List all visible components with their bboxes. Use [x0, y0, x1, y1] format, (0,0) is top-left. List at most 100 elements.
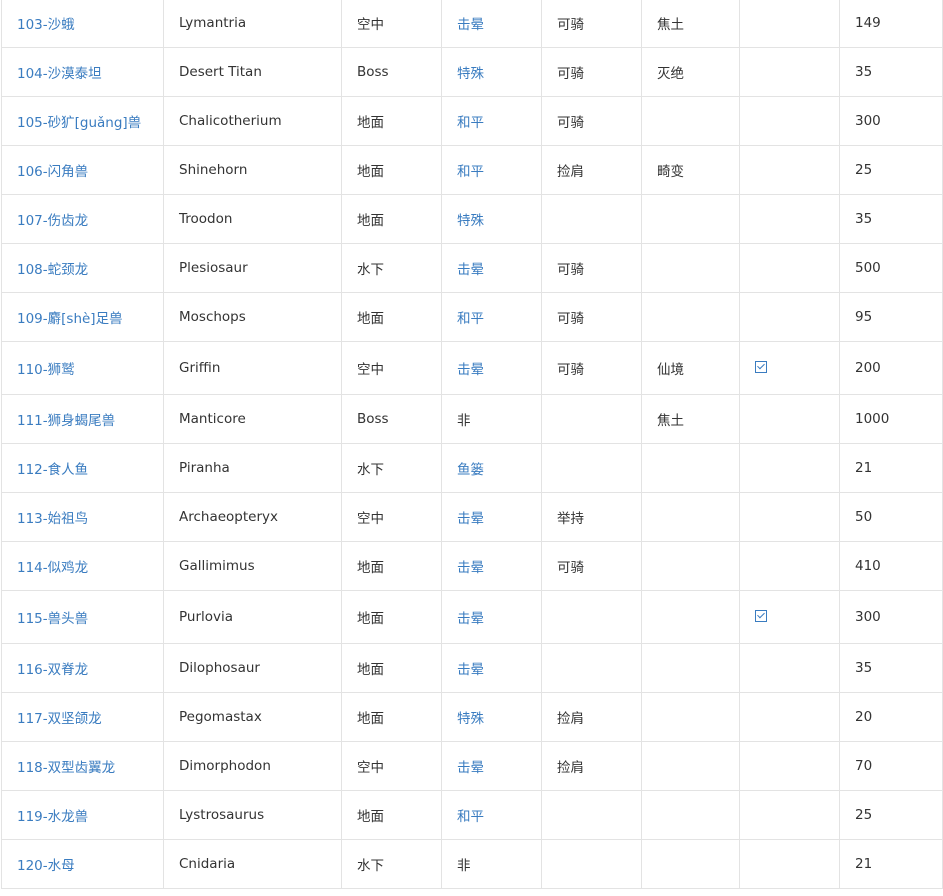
english-name-cell: Gallimimus [163, 541, 342, 591]
checkbox-cell [739, 96, 840, 146]
value-text: 20 [855, 709, 873, 725]
tame-method-link[interactable]: 击晕 [457, 262, 484, 278]
checkbox-checked-icon [755, 610, 767, 622]
tame-method-link[interactable]: 特殊 [457, 711, 484, 727]
checkbox-cell [739, 443, 840, 493]
english-name-text: Purlovia [179, 609, 234, 625]
table-row: 112-食人鱼 Piranha 水下 鱼篓 21 [1, 443, 943, 493]
environment-cell: 地面 [341, 790, 442, 840]
checkbox-cell [739, 590, 840, 644]
creature-name-link[interactable]: 112-食人鱼 [17, 462, 88, 478]
creature-name-link[interactable]: 116-双脊龙 [17, 662, 88, 678]
english-name-text: Shinehorn [179, 162, 248, 178]
environment-cell: 空中 [341, 741, 442, 791]
creature-name-link[interactable]: 114-似鸡龙 [17, 560, 88, 576]
environment-cell: 地面 [341, 145, 442, 195]
tame-method-cell: 特殊 [441, 47, 542, 97]
checkbox-cell [739, 790, 840, 840]
creature-name-link[interactable]: 110-狮鹫 [17, 362, 75, 378]
map-cell [641, 292, 740, 342]
value-cell: 300 [839, 96, 943, 146]
table-row: 120-水母 Cnidaria 水下 非 21 [1, 839, 943, 889]
value-cell: 35 [839, 643, 943, 693]
tame-method-link[interactable]: 击晕 [457, 760, 484, 776]
map-cell [641, 541, 740, 591]
creature-name-link[interactable]: 118-双型齿翼龙 [17, 760, 115, 776]
table-row: 105-砂犷[guǎng]兽 Chalicotherium 地面 和平 可骑 300 [1, 96, 943, 146]
tame-method-link[interactable]: 和平 [457, 311, 484, 327]
creature-name-link[interactable]: 105-砂犷[guǎng]兽 [17, 115, 141, 131]
checkbox-cell [739, 0, 840, 48]
creature-name-cell: 115-兽头兽 [1, 590, 164, 644]
english-name-cell: Dilophosaur [163, 643, 342, 693]
checkbox-cell [739, 492, 840, 542]
tame-method-link[interactable]: 击晕 [457, 611, 484, 627]
ride-cell: 可骑 [541, 47, 642, 97]
checkbox-cell [739, 341, 840, 395]
table-row: 109-麝[shè]足兽 Moschops 地面 和平 可骑 95 [1, 292, 943, 342]
english-name-text: Cnidaria [179, 856, 236, 872]
creature-name-link[interactable]: 115-兽头兽 [17, 611, 88, 627]
creature-name-link[interactable]: 103-沙蛾 [17, 17, 75, 33]
value-text: 300 [855, 609, 881, 625]
creature-table: 103-沙蛾 Lymantria 空中 击晕 可骑 焦土 149 104-沙漠泰坦 Desert… [1, 0, 943, 889]
value-text: 35 [855, 660, 873, 676]
table-row: 103-沙蛾 Lymantria 空中 击晕 可骑 焦土 149 [1, 0, 943, 48]
map-cell [641, 243, 740, 293]
creature-name-link[interactable]: 117-双坚颌龙 [17, 711, 102, 727]
tame-method-link[interactable]: 和平 [457, 809, 484, 825]
table-row: 114-似鸡龙 Gallimimus 地面 击晕 可骑 410 [1, 541, 943, 591]
map-cell [641, 492, 740, 542]
value-text: 149 [855, 15, 881, 31]
tame-method-cell: 击晕 [441, 741, 542, 791]
value-cell: 70 [839, 741, 943, 791]
value-cell: 95 [839, 292, 943, 342]
value-cell: 149 [839, 0, 943, 48]
tame-method-cell: 和平 [441, 145, 542, 195]
tame-method-link[interactable]: 击晕 [457, 362, 484, 378]
map-cell [641, 194, 740, 244]
tame-method-cell: 非 [441, 394, 542, 444]
map-cell: 仙境 [641, 341, 740, 395]
tame-method-link[interactable]: 击晕 [457, 662, 484, 678]
checkbox-cell [739, 194, 840, 244]
environment-text: 地面 [357, 611, 384, 627]
tame-method-link[interactable]: 和平 [457, 115, 484, 131]
tame-method-link[interactable]: 和平 [457, 164, 484, 180]
creature-name-link[interactable]: 119-水龙兽 [17, 809, 88, 825]
tame-method-link[interactable]: 击晕 [457, 560, 484, 576]
ride-cell: 可骑 [541, 292, 642, 342]
creature-name-link[interactable]: 109-麝[shè]足兽 [17, 311, 123, 327]
map-text: 焦土 [657, 413, 684, 429]
creature-name-link[interactable]: 120-水母 [17, 858, 75, 874]
map-cell [641, 692, 740, 742]
english-name-cell: Pegomastax [163, 692, 342, 742]
ride-text: 可骑 [557, 560, 584, 576]
creature-name-link[interactable]: 113-始祖鸟 [17, 511, 88, 527]
english-name-cell: Shinehorn [163, 145, 342, 195]
table-row: 113-始祖鸟 Archaeopteryx 空中 击晕 举持 50 [1, 492, 943, 542]
english-name-cell: Griffin [163, 341, 342, 395]
tame-method-link[interactable]: 击晕 [457, 511, 484, 527]
environment-cell: 地面 [341, 292, 442, 342]
map-text: 畸变 [657, 164, 684, 180]
creature-name-cell: 119-水龙兽 [1, 790, 164, 840]
english-name-cell: Piranha [163, 443, 342, 493]
checkbox-cell [739, 394, 840, 444]
ride-cell: 可骑 [541, 96, 642, 146]
creature-name-link[interactable]: 107-伤齿龙 [17, 213, 88, 229]
creature-name-link[interactable]: 104-沙漠泰坦 [17, 66, 102, 82]
tame-method-link[interactable]: 特殊 [457, 66, 484, 82]
tame-method-link[interactable]: 击晕 [457, 17, 484, 33]
ride-cell [541, 590, 642, 644]
tame-method-cell: 和平 [441, 292, 542, 342]
creature-name-cell: 114-似鸡龙 [1, 541, 164, 591]
tame-method-link[interactable]: 特殊 [457, 213, 484, 229]
creature-name-link[interactable]: 111-狮身蝎尾兽 [17, 413, 115, 429]
english-name-text: Desert Titan [179, 64, 262, 80]
creature-name-link[interactable]: 108-蛇颈龙 [17, 262, 88, 278]
tame-method-link[interactable]: 鱼篓 [457, 462, 484, 478]
ride-cell [541, 643, 642, 693]
table-row: 104-沙漠泰坦 Desert Titan Boss 特殊 可骑 灭绝 35 [1, 47, 943, 97]
creature-name-link[interactable]: 106-闪角兽 [17, 164, 88, 180]
